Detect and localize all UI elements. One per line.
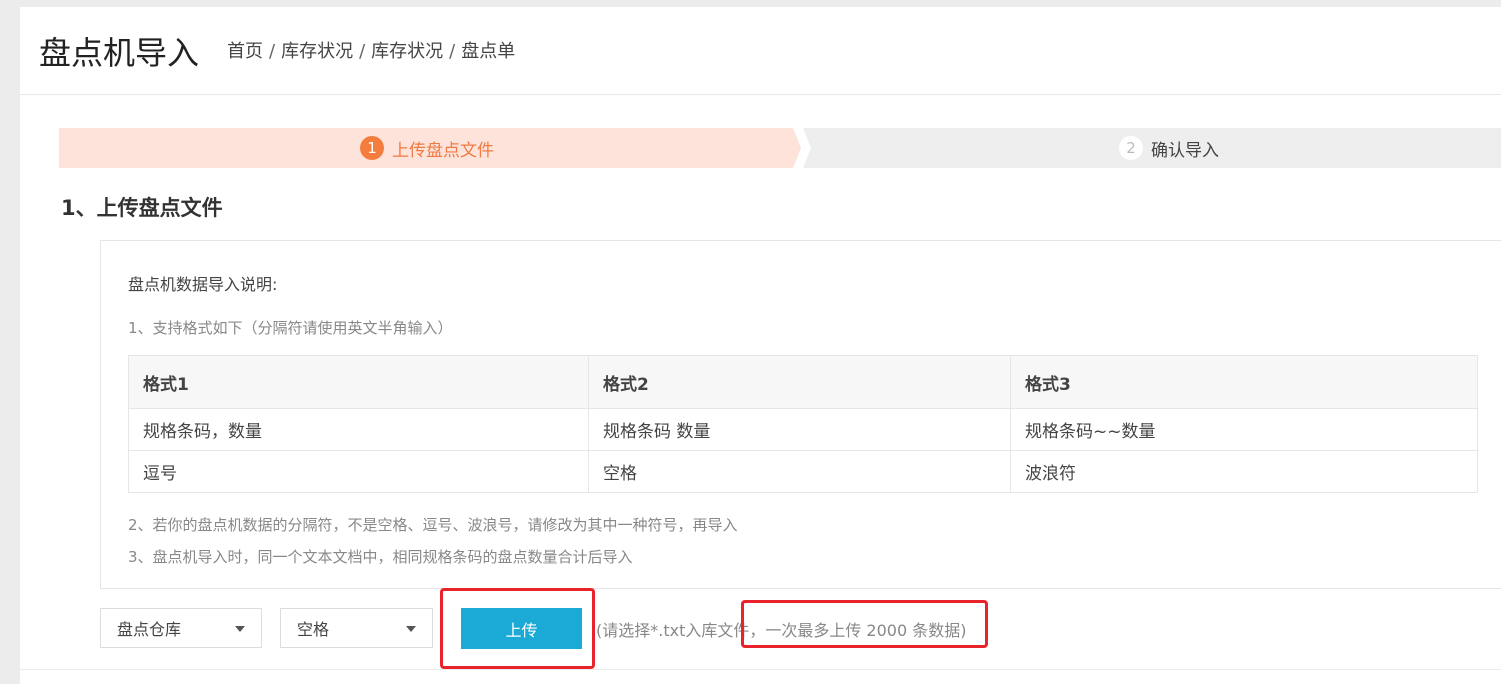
breadcrumb-inventory-status[interactable]: 库存状况 <box>281 40 353 64</box>
step-2-number: 2 <box>1119 136 1143 160</box>
annotation-highlight-limit <box>741 600 988 648</box>
breadcrumb-stocktake-sheet: 盘点单 <box>461 41 516 62</box>
step-bar-background <box>59 128 1501 168</box>
table-cell: 规格条码~~数量 <box>1010 408 1478 451</box>
section-title: 1、上传盘点文件 <box>61 196 223 220</box>
table-row: 规格条码，数量 规格条码 数量 规格条码~~数量 <box>128 408 1478 451</box>
table-cell: 逗号 <box>128 450 589 493</box>
breadcrumb: 首页 / 库存状况 / 库存状况 / 盘点单 <box>227 40 515 64</box>
instructions-panel: 盘点机数据导入说明: 1、支持格式如下（分隔符请使用英文半角输入） 格式1 格式… <box>100 240 1501 589</box>
step-1: 1 上传盘点文件 <box>360 128 494 168</box>
breadcrumb-home[interactable]: 首页 <box>227 40 263 64</box>
table-cell: 规格条码，数量 <box>128 408 589 451</box>
divider <box>20 669 1501 670</box>
page: 盘点机导入 首页 / 库存状况 / 库存状况 / 盘点单 1 上传盘点文件 2 … <box>20 7 1501 684</box>
step-1-label: 上传盘点文件 <box>392 140 494 161</box>
step-1-number: 1 <box>360 136 384 160</box>
instructions-heading: 盘点机数据导入说明: <box>128 275 278 294</box>
chevron-down-icon <box>235 626 245 632</box>
table-header-row: 格式1 格式2 格式3 <box>128 355 1478 409</box>
table-header: 格式3 <box>1010 355 1478 409</box>
instruction-line-1: 1、支持格式如下（分隔符请使用英文半角输入） <box>128 319 453 337</box>
breadcrumb-separator: / <box>269 41 276 62</box>
breadcrumb-separator: / <box>359 41 366 62</box>
separator-select-value: 空格 <box>297 620 330 639</box>
step-progress: 1 上传盘点文件 2 确认导入 <box>59 128 1501 168</box>
table-row: 逗号 空格 波浪符 <box>128 450 1478 493</box>
page-header: 盘点机导入 首页 / 库存状况 / 库存状况 / 盘点单 <box>20 7 1501 95</box>
table-header: 格式1 <box>128 355 589 409</box>
instruction-line-3: 3、盘点机导入时，同一个文本文档中，相同规格条码的盘点数量合计后导入 <box>128 548 633 566</box>
table-cell: 波浪符 <box>1010 450 1478 493</box>
annotation-highlight-upload <box>440 588 595 669</box>
breadcrumb-inventory-status-sub[interactable]: 库存状况 <box>371 40 443 64</box>
instruction-line-2: 2、若你的盘点机数据的分隔符，不是空格、逗号、波浪号，请修改为其中一种符号，再导… <box>128 516 738 534</box>
table-cell: 规格条码 数量 <box>588 408 1011 451</box>
step-2: 2 确认导入 <box>1119 128 1219 168</box>
table-cell: 空格 <box>588 450 1011 493</box>
chevron-down-icon <box>406 626 416 632</box>
formats-table: 格式1 格式2 格式3 规格条码，数量 规格条码 数量 规格条码~~数量 逗号 … <box>128 355 1478 493</box>
breadcrumb-separator: / <box>449 41 456 62</box>
step-2-label: 确认导入 <box>1151 140 1219 161</box>
table-header: 格式2 <box>588 355 1011 409</box>
separator-select[interactable]: 空格 <box>280 608 433 648</box>
page-title: 盘点机导入 <box>39 34 200 72</box>
warehouse-select[interactable]: 盘点仓库 <box>100 608 262 648</box>
warehouse-select-value: 盘点仓库 <box>117 620 182 639</box>
